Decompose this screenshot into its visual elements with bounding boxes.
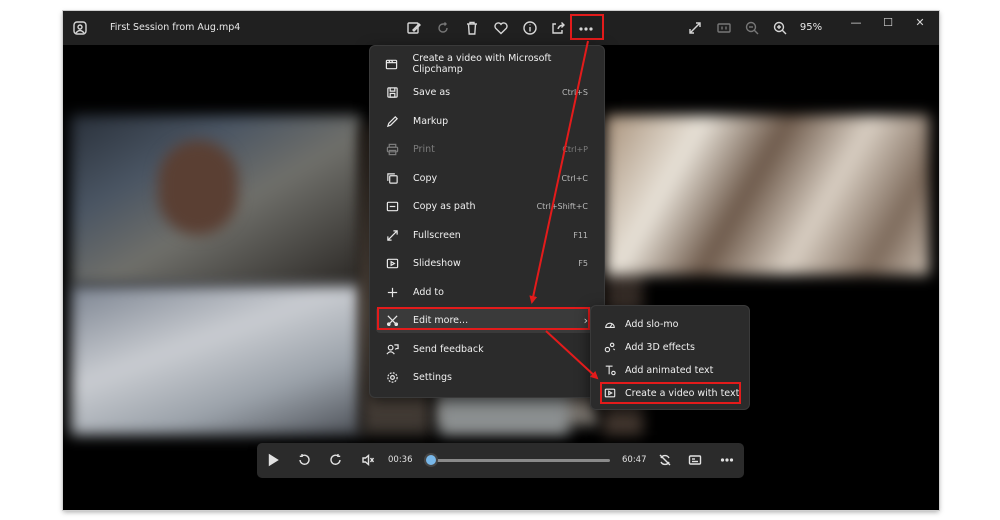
menu-item-send-feedback[interactable]: Send feedback — [376, 336, 598, 362]
rewind-10-button[interactable] — [293, 449, 315, 471]
menu-item-shortcut: Ctrl+Shift+C — [536, 201, 588, 211]
menu-item-shortcut: F5 — [578, 258, 588, 268]
total-time: 60:47 — [622, 455, 647, 465]
menu-item-label: Save as — [413, 86, 451, 98]
seek-bar[interactable] — [425, 455, 610, 465]
menu-item-slideshow[interactable]: Slideshow F5 — [376, 250, 598, 276]
save-icon — [385, 85, 399, 99]
submenu-item-label: Add animated text — [625, 364, 714, 376]
edit-image-icon[interactable] — [403, 17, 425, 39]
menu-item-label: Print — [413, 143, 435, 155]
play-button[interactable] — [262, 449, 284, 471]
minimize-button[interactable]: — — [841, 11, 871, 33]
menu-item-fullscreen[interactable]: Fullscreen F11 — [376, 222, 598, 248]
menu-item-label: Settings — [413, 371, 452, 383]
menu-item-label: Create a video with Microsoft Clipchamp — [412, 53, 552, 75]
forward-30-button[interactable] — [325, 449, 347, 471]
menu-item-label: Copy as path — [413, 200, 476, 212]
edit-more-highlight — [377, 307, 590, 330]
menu-item-copy[interactable]: Copy Ctrl+C — [376, 165, 598, 191]
menu-item-print: Print Ctrl+P — [376, 136, 598, 162]
markup-pen-icon — [385, 114, 399, 128]
title-bar: First Session from Aug.mp4 95% — ☐ ✕ — [63, 11, 939, 45]
info-icon[interactable] — [519, 17, 541, 39]
feedback-icon — [385, 342, 399, 356]
more-options-menu: Create a video with Microsoft Clipchamp … — [369, 45, 605, 398]
video-with-text-highlight — [600, 382, 741, 404]
menu-item-save-as[interactable]: Save as Ctrl+S — [376, 79, 598, 105]
favorite-icon[interactable] — [490, 17, 512, 39]
menu-item-label: Copy — [413, 172, 438, 184]
close-button[interactable]: ✕ — [905, 11, 935, 33]
zoom-out-icon[interactable] — [741, 17, 763, 39]
subtitles-button[interactable] — [684, 449, 706, 471]
share-icon[interactable] — [547, 17, 569, 39]
media-controls-bar: 00:36 60:47 — [257, 443, 744, 478]
menu-item-markup[interactable]: Markup — [376, 108, 598, 134]
zoom-in-icon[interactable] — [769, 17, 791, 39]
animated-text-icon — [603, 364, 616, 377]
menu-item-shortcut: Ctrl+S — [561, 87, 588, 97]
submenu-item-animated-text[interactable]: Add animated text — [597, 359, 743, 381]
menu-item-label: Fullscreen — [413, 229, 461, 241]
fullscreen-icon — [385, 228, 399, 242]
delete-icon[interactable] — [461, 17, 483, 39]
settings-icon — [385, 370, 399, 384]
expand-icon[interactable] — [684, 17, 706, 39]
menu-item-label: Slideshow — [413, 257, 461, 269]
submenu-item-label: Add 3D effects — [625, 341, 695, 353]
submenu-item-3d-effects[interactable]: Add 3D effects — [597, 336, 743, 358]
copy-icon — [385, 171, 399, 185]
mute-button[interactable] — [357, 449, 379, 471]
zoom-level[interactable]: 95% — [791, 11, 831, 45]
menu-item-settings[interactable]: Settings — [376, 364, 598, 390]
clipchamp-icon — [385, 57, 399, 71]
menu-item-label: Markup — [413, 115, 449, 127]
plus-icon — [385, 285, 399, 299]
3d-effects-icon — [603, 341, 616, 354]
player-more-button[interactable] — [716, 449, 738, 471]
current-time: 00:36 — [388, 455, 413, 465]
submenu-item-label: Add slo-mo — [625, 318, 679, 330]
app-photos-icon — [69, 17, 91, 39]
slideshow-icon — [385, 256, 399, 270]
menu-item-add-to[interactable]: Add to — [376, 279, 598, 305]
slo-mo-icon — [603, 318, 616, 331]
window-title: First Session from Aug.mp4 — [110, 22, 241, 33]
maximize-button[interactable]: ☐ — [873, 11, 903, 33]
menu-item-clipchamp[interactable]: Create a video with Microsoft Clipchamp — [376, 51, 598, 77]
menu-item-shortcut: Ctrl+C — [561, 173, 588, 183]
menu-item-label: Add to — [413, 286, 444, 298]
seek-thumb[interactable] — [425, 455, 436, 465]
menu-item-label: Send feedback — [413, 343, 484, 355]
menu-item-shortcut: F11 — [573, 230, 588, 240]
menu-item-copy-as-path[interactable]: Copy as path Ctrl+Shift+C — [376, 193, 598, 219]
print-icon — [385, 142, 399, 156]
repeat-button[interactable] — [654, 449, 676, 471]
actual-size-icon[interactable] — [713, 17, 735, 39]
copy-path-icon — [385, 199, 399, 213]
rotate-icon[interactable] — [432, 17, 454, 39]
submenu-item-slo-mo[interactable]: Add slo-mo — [597, 313, 743, 335]
menu-item-shortcut: Ctrl+P — [562, 144, 588, 154]
more-button-highlight — [570, 14, 604, 40]
